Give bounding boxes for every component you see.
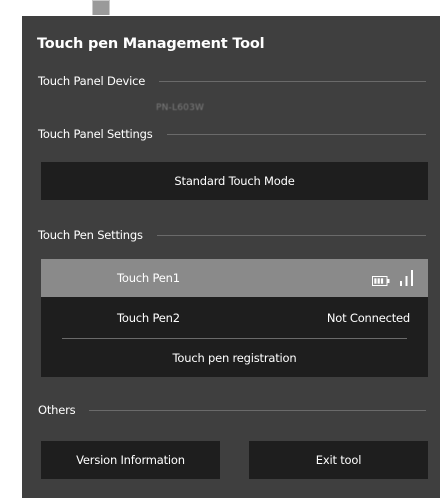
touch-pen-list: Touch Pen1 Touch Pen2 Not Connected Touc… <box>41 259 428 377</box>
standard-touch-mode-button[interactable]: Standard Touch Mode <box>41 162 428 200</box>
touch-pen-name: Touch Pen2 <box>117 311 180 325</box>
touch-pen-row-1[interactable]: Touch Pen1 <box>41 259 428 297</box>
pen-connection-status: Not Connected <box>326 311 410 325</box>
section-label-device: Touch Panel Device <box>38 74 146 88</box>
background-tab-fragment <box>92 0 110 15</box>
section-divider <box>156 234 426 236</box>
section-divider <box>166 133 426 135</box>
window-title: Touch pen Management Tool <box>37 36 265 52</box>
section-touch-pen-settings: Touch Pen Settings <box>38 227 426 243</box>
section-label-pen-settings: Touch Pen Settings <box>38 228 143 242</box>
device-model-name: PN-L603W <box>156 103 205 113</box>
signal-strength-icon <box>400 270 414 286</box>
pen-status-indicators <box>372 270 414 286</box>
exit-tool-button[interactable]: Exit tool <box>249 441 428 479</box>
touch-pen-registration-button[interactable]: Touch pen registration <box>41 339 428 377</box>
section-label-panel-settings: Touch Panel Settings <box>38 127 153 141</box>
section-label-others: Others <box>38 403 76 417</box>
touch-pen-name: Touch Pen1 <box>117 271 180 285</box>
touch-pen-row-2[interactable]: Touch Pen2 Not Connected <box>41 299 428 337</box>
battery-icon <box>372 276 390 286</box>
background-strip <box>0 0 446 16</box>
section-divider <box>89 409 426 411</box>
tool-window: Touch pen Management Tool Touch Panel De… <box>22 16 440 498</box>
section-touch-panel-settings: Touch Panel Settings <box>38 126 426 142</box>
section-divider <box>159 80 426 82</box>
section-touch-panel-device: Touch Panel Device <box>38 73 426 89</box>
version-information-button[interactable]: Version Information <box>41 441 220 479</box>
section-others: Others <box>38 402 426 418</box>
